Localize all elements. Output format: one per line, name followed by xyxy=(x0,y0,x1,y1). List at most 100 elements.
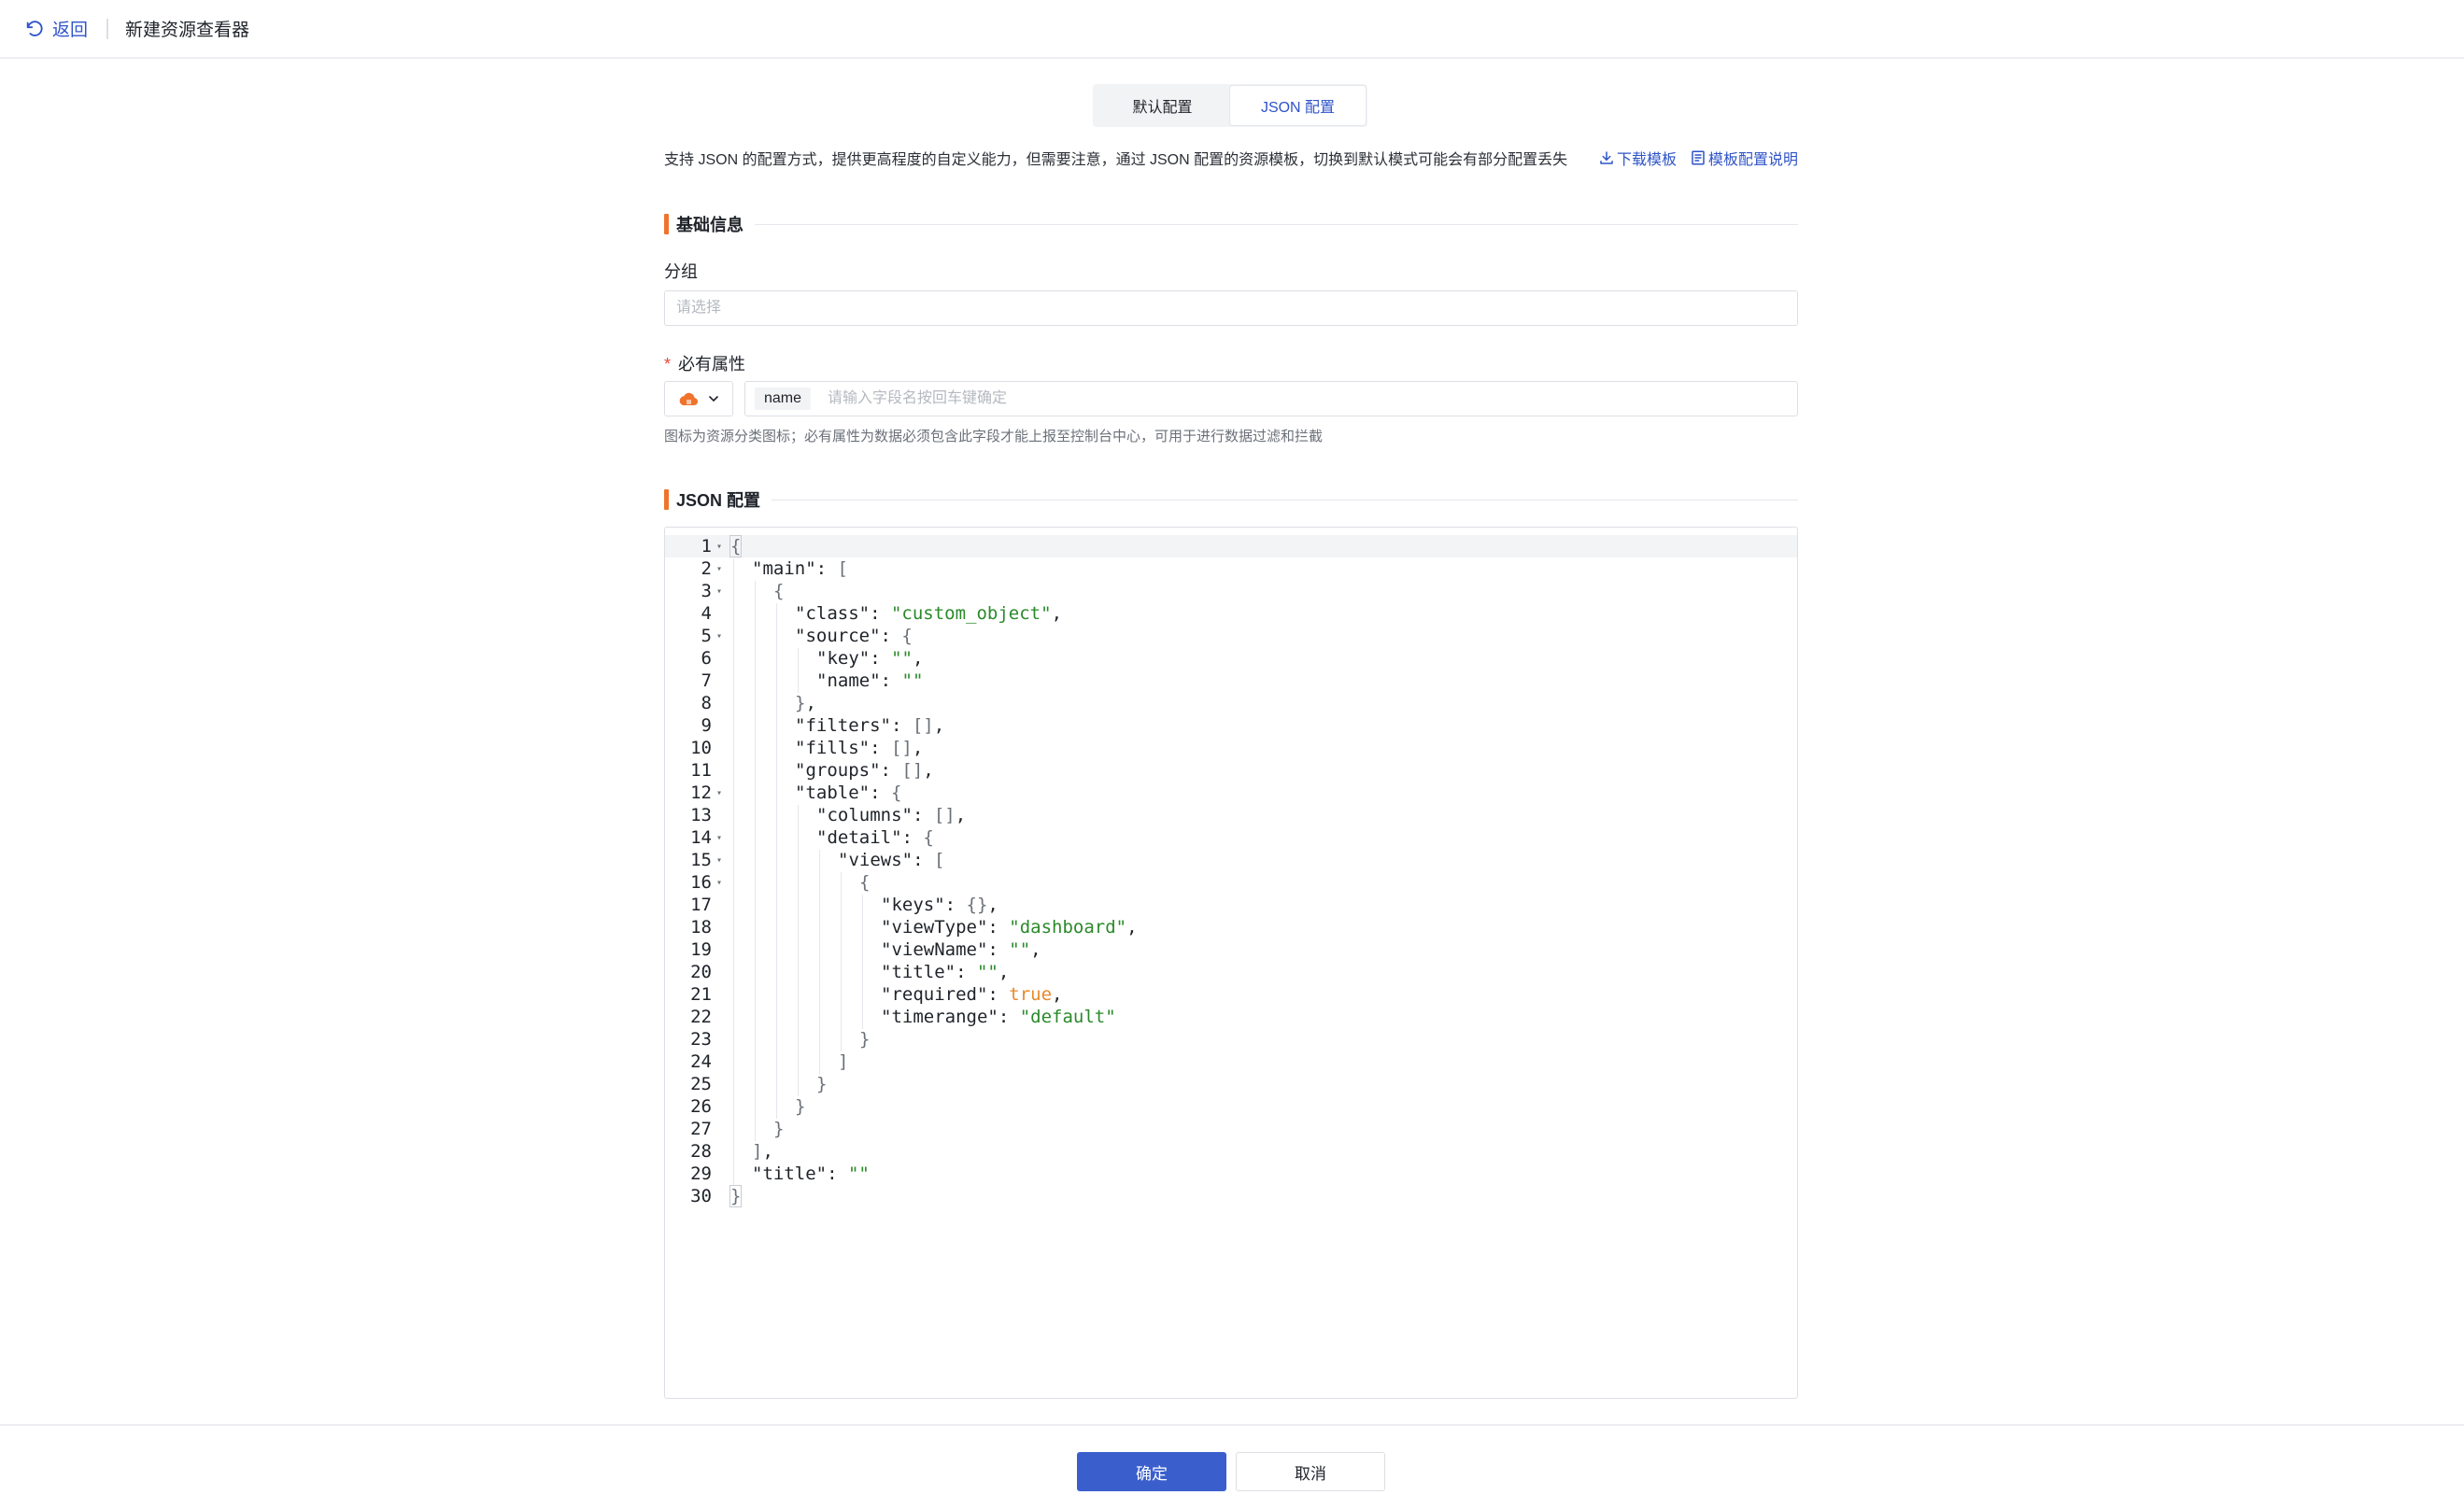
indent-guide xyxy=(862,962,863,984)
code-token: "source" xyxy=(795,626,881,646)
code-line[interactable]: 2 ▾ "main": [ xyxy=(665,557,1797,581)
code-line[interactable]: 14 ▾ "detail": { xyxy=(665,826,1797,850)
code-line[interactable]: 5 ▾ "source": { xyxy=(665,625,1797,648)
indent-guide xyxy=(755,648,756,670)
indent-guide xyxy=(819,962,820,984)
required-attr-label: * 必有属性 xyxy=(664,351,745,375)
code-line[interactable]: 13 "columns": [], xyxy=(665,804,1797,827)
chevron-down-icon xyxy=(709,396,718,402)
code-line[interactable]: 12 ▾ "table": { xyxy=(665,782,1797,805)
indent-guide xyxy=(776,1007,777,1029)
code-token: , xyxy=(933,715,945,736)
code-line[interactable]: 15 ▾ "views": [ xyxy=(665,849,1797,872)
fold-caret-icon[interactable]: ▾ xyxy=(712,542,727,552)
code-text: "title": "", xyxy=(727,962,1797,984)
code-line[interactable]: 20 "title": "", xyxy=(665,961,1797,984)
code-line[interactable]: 19 "viewName": "", xyxy=(665,938,1797,962)
code-text: } xyxy=(727,1096,1797,1119)
code-line[interactable]: 27} xyxy=(665,1118,1797,1141)
code-token: , xyxy=(1052,984,1063,1005)
line-number: 15 xyxy=(690,850,712,870)
code-text: { xyxy=(727,581,1797,603)
tab-json-config[interactable]: JSON 配置 xyxy=(1230,86,1366,125)
code-line[interactable]: 3 ▾ { xyxy=(665,580,1797,603)
code-line[interactable]: 16 ▾ { xyxy=(665,871,1797,895)
indent-guide xyxy=(755,850,756,872)
code-token: : xyxy=(987,917,1010,938)
code-token: } xyxy=(795,693,806,713)
code-line[interactable]: 1 ▾{ xyxy=(665,535,1797,557)
code-line[interactable]: 9 "filters": [], xyxy=(665,714,1797,738)
json-code-editor[interactable]: 1 ▾{2 ▾ "main": [3 ▾{4 "class": "custom_objec… xyxy=(664,527,1798,1399)
code-line[interactable]: 7 "name": "" xyxy=(665,670,1797,693)
indent-guide xyxy=(755,872,756,895)
code-line[interactable]: 21 "required": true, xyxy=(665,983,1797,1007)
code-line[interactable]: 23} xyxy=(665,1028,1797,1051)
template-doc-link[interactable]: 模板配置说明 xyxy=(1690,147,1798,169)
fold-caret-icon[interactable]: ▾ xyxy=(712,788,727,798)
code-line[interactable]: 4 "class": "custom_object", xyxy=(665,602,1797,626)
fold-caret-icon[interactable]: ▾ xyxy=(712,631,727,642)
line-number: 14 xyxy=(690,827,712,848)
code-line[interactable]: 6 "key": "", xyxy=(665,647,1797,670)
code-line[interactable]: 30} xyxy=(665,1185,1797,1207)
top-bar: 返回 新建资源查看器 xyxy=(0,0,2464,59)
indent-guide xyxy=(819,1051,820,1074)
required-attr-input[interactable] xyxy=(828,385,1797,413)
code-token: : xyxy=(870,648,892,669)
indent-guide xyxy=(798,1007,799,1029)
code-line[interactable]: 28], xyxy=(665,1140,1797,1163)
code-text: "keys": {}, xyxy=(727,895,1797,917)
code-text: "required": true, xyxy=(727,984,1797,1007)
confirm-button[interactable]: 确定 xyxy=(1077,1452,1226,1491)
indent-guide xyxy=(819,872,820,895)
code-line[interactable]: 22 "timerange": "default" xyxy=(665,1006,1797,1029)
code-line[interactable]: 18 "viewType": "dashboard", xyxy=(665,916,1797,939)
code-token: : xyxy=(998,1007,1020,1027)
back-button[interactable]: 返回 xyxy=(24,16,88,41)
indent-guide xyxy=(819,917,820,939)
indent-guide xyxy=(776,783,777,805)
fold-caret-icon[interactable]: ▾ xyxy=(712,833,727,843)
line-number: 16 xyxy=(690,872,712,893)
code-text: } xyxy=(727,1074,1797,1096)
fold-caret-icon[interactable]: ▾ xyxy=(712,564,727,574)
code-line[interactable]: 24] xyxy=(665,1051,1797,1074)
code-token: : xyxy=(913,850,934,870)
code-line[interactable]: 11 "groups": [], xyxy=(665,759,1797,783)
tab-default-config[interactable]: 默认配置 xyxy=(1095,86,1230,125)
code-line[interactable]: 10 "fills": [], xyxy=(665,737,1797,760)
indent-guide xyxy=(776,738,777,760)
download-template-link[interactable]: 下载模板 xyxy=(1598,147,1677,169)
line-number: 9 xyxy=(701,715,712,736)
code-token: , xyxy=(923,760,934,781)
required-attr-input-box[interactable]: name xyxy=(744,381,1798,416)
indent-guide xyxy=(755,1029,756,1051)
code-token: "required" xyxy=(881,984,988,1005)
code-line[interactable]: 17 "keys": {}, xyxy=(665,894,1797,917)
code-line[interactable]: 25} xyxy=(665,1073,1797,1096)
attr-tag-name[interactable]: name xyxy=(755,388,812,410)
cancel-button[interactable]: 取消 xyxy=(1236,1452,1385,1491)
fold-caret-icon[interactable]: ▾ xyxy=(712,855,727,866)
code-line[interactable]: 8}, xyxy=(665,692,1797,715)
line-number: 30 xyxy=(690,1186,712,1206)
code-token: [] xyxy=(890,738,913,758)
resource-icon-select[interactable] xyxy=(664,381,733,416)
code-token: : xyxy=(870,603,891,624)
code-line[interactable]: 26} xyxy=(665,1095,1797,1119)
group-select[interactable] xyxy=(664,290,1798,326)
indent-guide xyxy=(776,1029,777,1051)
code-line[interactable]: 29 "title": "" xyxy=(665,1163,1797,1186)
indent-guide xyxy=(776,715,777,738)
line-number: 28 xyxy=(690,1141,712,1162)
fold-caret-icon[interactable]: ▾ xyxy=(712,586,727,597)
indent-guide xyxy=(733,984,734,1007)
code-token: { xyxy=(729,535,743,557)
fold-caret-icon[interactable]: ▾ xyxy=(712,878,727,888)
code-token: "columns" xyxy=(816,805,913,825)
indent-guide xyxy=(819,939,820,962)
required-attr-label-text: 必有属性 xyxy=(678,355,746,374)
indent-guide xyxy=(733,1119,734,1141)
line-number: 17 xyxy=(690,895,712,915)
